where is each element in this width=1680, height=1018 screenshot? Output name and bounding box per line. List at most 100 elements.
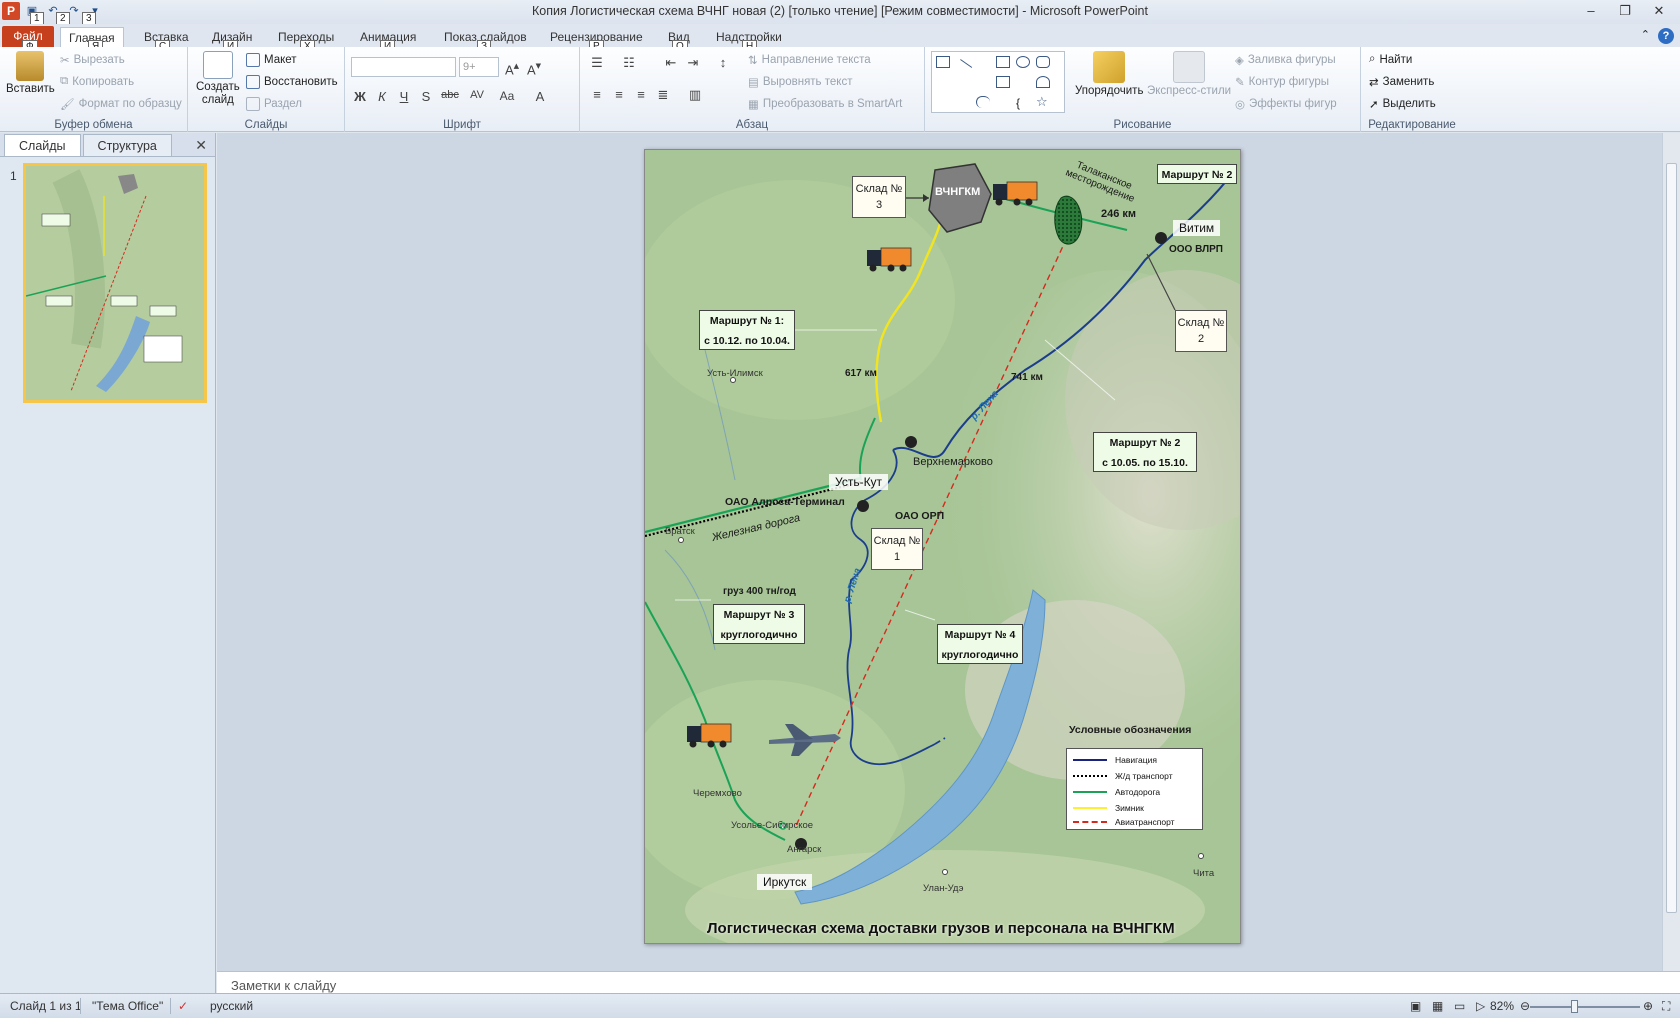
distance-741: 741 км <box>1011 372 1043 383</box>
notes-pane[interactable]: Заметки к слайду <box>217 971 1680 993</box>
numbering-icon[interactable]: ☷ <box>620 55 638 71</box>
spellcheck-icon[interactable]: ✓ <box>178 999 188 1013</box>
shapes-gallery[interactable]: { ☆ <box>931 51 1065 113</box>
minimize-ribbon-icon[interactable]: ⌃ <box>1641 28 1650 44</box>
legend-line-road <box>1073 791 1107 793</box>
group-drawing: { ☆ Упорядочить Экспресс-стили ◈ Заливка … <box>925 47 1361 132</box>
char-spacing-button[interactable]: AV <box>465 89 489 101</box>
rectangle-shape-icon[interactable] <box>996 56 1010 68</box>
decrease-indent-icon[interactable]: ⇤ <box>662 55 680 71</box>
format-painter-button[interactable]: 🖌 Формат по образцу <box>60 97 182 111</box>
restore-button[interactable]: ❐ <box>1608 0 1642 22</box>
cargo-label: груз 400 тн/год <box>723 586 796 597</box>
shrink-font-icon[interactable]: A▾ <box>525 59 543 77</box>
copy-button[interactable]: ⧉ Копировать <box>60 75 134 88</box>
new-slide-button[interactable]: Создать слайд <box>196 51 240 107</box>
replace-button[interactable]: ⇄ Заменить <box>1369 75 1434 89</box>
select-button[interactable]: ➚ Выделить <box>1369 97 1436 111</box>
slideshow-view-icon[interactable]: ▷ <box>1476 999 1485 1013</box>
strikethrough-button[interactable]: abc <box>437 89 463 101</box>
city-angarsk: Ангарск <box>787 844 822 855</box>
change-case-button[interactable]: Aa <box>495 89 519 103</box>
legend-item: Автодорога <box>1073 787 1160 797</box>
tanker-truck-icon <box>867 247 912 272</box>
section-button[interactable]: Раздел <box>246 97 302 111</box>
close-panel-icon[interactable]: ✕ <box>195 137 207 154</box>
line-shape-icon[interactable] <box>953 59 973 77</box>
increase-indent-icon[interactable]: ⇥ <box>684 55 702 71</box>
fit-to-window-icon[interactable]: ⛶ <box>1662 999 1670 1014</box>
arrange-button[interactable]: Упорядочить <box>1075 51 1143 97</box>
window-title: Копия Логистическая схема ВЧНГ новая (2)… <box>532 4 1148 18</box>
zoom-slider-track[interactable] <box>1530 1006 1640 1008</box>
align-right-icon[interactable]: ≡ <box>632 87 650 102</box>
legend-item: Авиатранспорт <box>1073 817 1175 827</box>
layout-button[interactable]: Макет <box>246 53 297 67</box>
group-editing: ⌕ Найти ⇄ Заменить ➚ Выделить Редактировани… <box>1361 47 1463 132</box>
columns-icon[interactable]: ▥ <box>686 87 704 103</box>
line-spacing-icon[interactable]: ↕ <box>714 55 732 70</box>
font-name-combo[interactable] <box>351 57 456 77</box>
zoom-level[interactable]: 82% <box>1490 999 1514 1013</box>
legend-item: Навигация <box>1073 755 1157 765</box>
curve-shape-icon[interactable] <box>976 96 990 108</box>
group-paragraph: ☰ ☷ ⇤ ⇥ ↕ ≡ ≡ ≡ ≣ ▥ ⇅ Направление текста … <box>580 47 925 132</box>
city-cheremkhovo: Черемхово <box>693 788 742 799</box>
pentagon-shape-icon[interactable] <box>1036 76 1050 88</box>
paste-button[interactable]: Вставить <box>6 51 55 95</box>
bold-button[interactable]: Ж <box>351 89 369 104</box>
shape-effects-button[interactable]: ◎ Эффекты фигур <box>1235 97 1337 111</box>
reset-button[interactable]: Восстановить <box>246 75 338 89</box>
zoom-slider-knob[interactable] <box>1571 1000 1578 1013</box>
zoom-in-icon[interactable]: ⊕ <box>1643 999 1653 1013</box>
city-ust-kut: Усть-Кут <box>829 474 889 490</box>
reading-view-icon[interactable]: ▭ <box>1454 999 1465 1013</box>
align-left-icon[interactable]: ≡ <box>588 87 606 102</box>
shape-outline-button[interactable]: ✎ Контур фигуры <box>1235 75 1329 89</box>
language-indicator[interactable]: русский <box>210 999 253 1013</box>
grow-font-icon[interactable]: A▴ <box>503 59 521 77</box>
star-shape-icon[interactable]: ☆ <box>1036 95 1050 108</box>
brush-icon: 🖌 <box>60 99 75 111</box>
align-center-icon[interactable]: ≡ <box>610 87 628 102</box>
legend-title: Условные обозначения <box>1069 724 1192 736</box>
tab-outline[interactable]: Структура <box>82 134 172 156</box>
align-text-button[interactable]: ▤ Выровнять текст <box>748 75 852 89</box>
help-icon[interactable]: ? <box>1658 28 1674 44</box>
new-slide-icon <box>202 51 233 79</box>
oval-shape-icon[interactable] <box>1016 56 1030 68</box>
italic-button[interactable]: К <box>373 89 391 104</box>
brace-shape-icon[interactable]: { <box>1016 96 1030 110</box>
arrow-shape-icon[interactable] <box>996 76 1010 88</box>
bullets-icon[interactable]: ☰ <box>588 55 606 71</box>
pen-icon: ✎ <box>1235 77 1245 89</box>
zoom-out-icon[interactable]: ⊖ <box>1520 999 1530 1013</box>
normal-view-icon[interactable]: ▣ <box>1410 999 1421 1013</box>
minimize-button[interactable]: – <box>1574 0 1608 22</box>
replace-icon: ⇄ <box>1369 77 1379 89</box>
city-ulan-ude: Улан-Удэ <box>923 883 964 894</box>
ribbon-tabs: Файл Главная Вставка Дизайн Переходы Ани… <box>0 24 1680 47</box>
group-font: 9+ A▴ A▾ Ж К Ч S abc AV Aa A Шрифт <box>345 47 580 132</box>
font-color-button[interactable]: A <box>531 89 549 104</box>
slide-canvas[interactable]: ВЧНГКМ Талаканское месторождение Маршрут… <box>644 149 1241 944</box>
ribbon-tabs-right: ⌃ ? <box>1641 28 1674 44</box>
smartart-button[interactable]: ▦ Преобразовать в SmartArt <box>748 97 902 111</box>
quick-styles-button[interactable]: Экспресс-стили <box>1147 51 1231 97</box>
cut-button[interactable]: ✂ Вырезать <box>60 53 125 67</box>
vertical-scrollbar[interactable] <box>1662 133 1680 971</box>
textbox-shape-icon[interactable] <box>936 56 950 68</box>
close-button[interactable]: ✕ <box>1642 0 1676 22</box>
scrollbar-thumb[interactable] <box>1666 163 1677 913</box>
shape-fill-button[interactable]: ◈ Заливка фигуры <box>1235 53 1336 67</box>
shadow-button[interactable]: S <box>417 89 435 104</box>
text-direction-button[interactable]: ⇅ Направление текста <box>748 53 871 67</box>
tab-slides[interactable]: Слайды <box>4 134 81 156</box>
slide-sorter-icon[interactable]: ▦ <box>1432 999 1443 1013</box>
slide-thumbnail[interactable] <box>23 163 207 403</box>
underline-button[interactable]: Ч <box>395 89 413 104</box>
justify-icon[interactable]: ≣ <box>654 87 672 103</box>
find-button[interactable]: ⌕ Найти <box>1369 53 1412 66</box>
font-size-combo[interactable]: 9+ <box>459 57 499 77</box>
rounded-rect-shape-icon[interactable] <box>1036 56 1050 68</box>
